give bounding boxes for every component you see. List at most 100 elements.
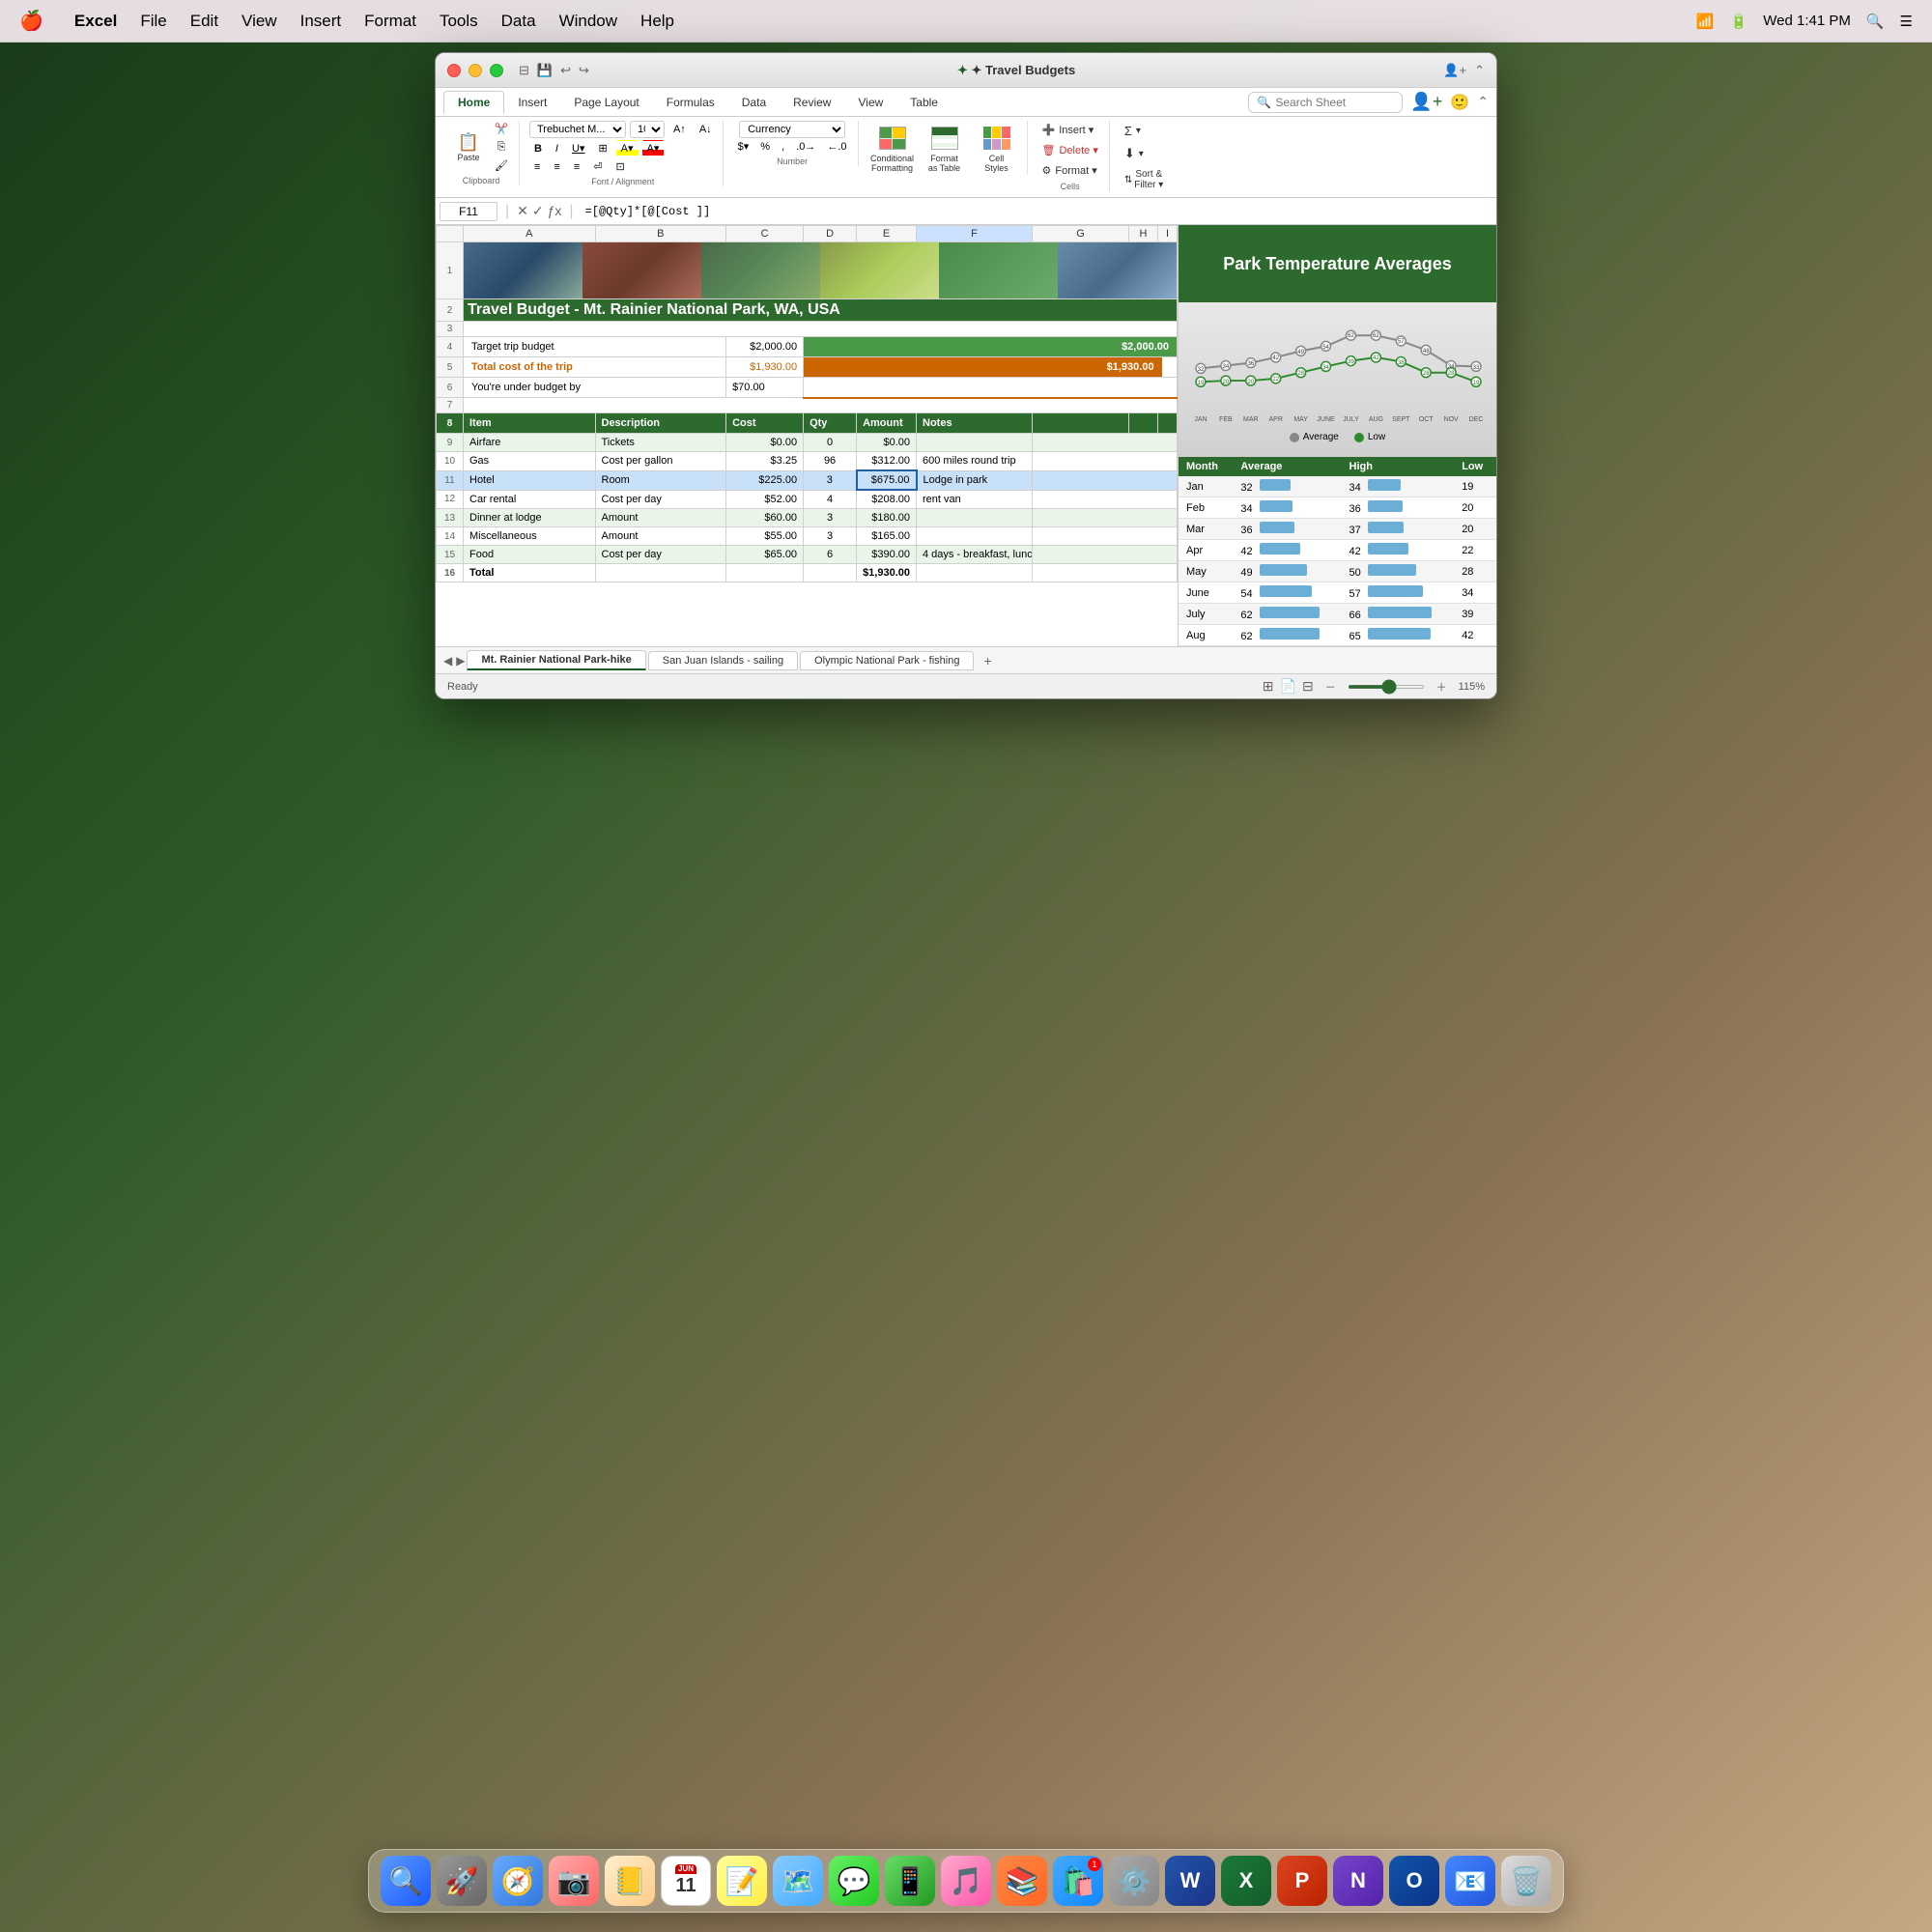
dock-onenote[interactable]: N xyxy=(1333,1856,1383,1906)
dock-appstore[interactable]: 🛍️ 1 xyxy=(1053,1856,1103,1906)
number-format-select[interactable]: Currency xyxy=(739,121,845,138)
formula-input[interactable] xyxy=(582,203,1492,220)
dock-itunes[interactable]: 🎵 xyxy=(941,1856,991,1906)
dock-outlook[interactable]: O xyxy=(1389,1856,1439,1906)
plus-zoom-icon[interactable]: ＋ xyxy=(1436,679,1447,695)
col-c[interactable]: C xyxy=(726,226,804,242)
insert-cells-button[interactable]: ➕ Insert ▾ xyxy=(1037,121,1103,139)
table-row[interactable]: 9 Airfare Tickets $0.00 0 $0.00 xyxy=(437,434,1178,452)
tab-insert[interactable]: Insert xyxy=(504,92,560,113)
sheet-tab-olympic[interactable]: Olympic National Park - fishing xyxy=(800,651,974,670)
percent-button[interactable]: % xyxy=(755,139,775,155)
menu-help[interactable]: Help xyxy=(640,12,674,31)
underline-button[interactable]: U▾ xyxy=(567,140,589,156)
font-size-select[interactable]: 10 xyxy=(630,121,665,138)
col-d[interactable]: D xyxy=(804,226,857,242)
format-painter-button[interactable]: 🖌 xyxy=(490,157,513,174)
dock-messages[interactable]: 💬 xyxy=(829,1856,879,1906)
italic-button[interactable]: I xyxy=(551,141,563,156)
font-family-select[interactable]: Trebuchet M... xyxy=(529,121,626,138)
dock-launchpad[interactable]: 🚀 xyxy=(437,1856,487,1906)
col-e[interactable]: E xyxy=(857,226,917,242)
zoom-slider[interactable] xyxy=(1348,685,1425,689)
comma-button[interactable]: , xyxy=(777,139,789,155)
dock-excel[interactable]: X xyxy=(1221,1856,1271,1906)
format-as-table-button[interactable]: Formatas Table xyxy=(921,121,969,175)
cut-button[interactable]: ✂️ xyxy=(490,121,513,137)
travel-budget-title-cell[interactable]: Travel Budget - Mt. Rainier National Par… xyxy=(464,299,1178,322)
sheet-tab-rainier[interactable]: Mt. Rainier National Park-hike xyxy=(467,650,645,670)
dock-word[interactable]: W xyxy=(1165,1856,1215,1906)
dock-books[interactable]: 📚 xyxy=(997,1856,1047,1906)
dock-safari[interactable]: 🧭 xyxy=(493,1856,543,1906)
col-g[interactable]: G xyxy=(1033,226,1129,242)
menu-file[interactable]: File xyxy=(140,12,166,31)
menu-excel[interactable]: Excel xyxy=(74,12,117,31)
sheet-nav-arrows[interactable]: ◀ ▶ xyxy=(443,654,465,668)
table-row[interactable]: 15 Food Cost per day $65.00 6 $390.00 4 … xyxy=(437,546,1178,564)
table-row[interactable]: 10 Gas Cost per gallon $3.25 96 $312.00 … xyxy=(437,452,1178,471)
sidebar-toggle-icon[interactable]: ⊟ xyxy=(519,63,529,78)
share-icon[interactable]: 👤+ xyxy=(1443,63,1466,78)
tab-home[interactable]: Home xyxy=(443,91,504,114)
insert-function-icon[interactable]: ƒx xyxy=(548,203,562,219)
border-button[interactable]: ⊞ xyxy=(593,140,611,156)
menu-view[interactable]: View xyxy=(242,12,277,31)
format-cells-button[interactable]: ⚙ Format ▾ xyxy=(1037,161,1103,180)
amount-11[interactable]: $675.00 xyxy=(857,470,917,490)
dock-trash[interactable]: 🗑️ xyxy=(1501,1856,1551,1906)
normal-view-icon[interactable]: ⊞ xyxy=(1263,678,1274,695)
autosum-button[interactable]: Σ ▾ xyxy=(1120,121,1168,141)
wrap-button[interactable]: ⏎ xyxy=(588,158,607,175)
dock-calendar[interactable]: JUN 11 xyxy=(661,1856,711,1906)
dock-powerpoint[interactable]: P xyxy=(1277,1856,1327,1906)
align-left-button[interactable]: ≡ xyxy=(529,159,545,175)
collapse-icon[interactable]: ⌃ xyxy=(1474,63,1485,78)
page-layout-view-icon[interactable]: 📄 xyxy=(1280,678,1296,695)
cancel-formula-icon[interactable]: ✕ xyxy=(517,203,528,219)
menu-window[interactable]: Window xyxy=(559,12,617,31)
maximize-button[interactable] xyxy=(490,64,503,77)
dock-contacts[interactable]: 📒 xyxy=(605,1856,655,1906)
col-h[interactable]: H xyxy=(1129,226,1158,242)
cell-styles-button[interactable]: CellStyles xyxy=(973,121,1021,175)
collapse-ribbon-icon[interactable]: ⌃ xyxy=(1477,94,1489,110)
col-b[interactable]: B xyxy=(595,226,726,242)
col-f[interactable]: F xyxy=(917,226,1033,242)
tab-review[interactable]: Review xyxy=(780,92,844,113)
scroll-right-icon[interactable]: ▶ xyxy=(456,654,465,668)
align-center-button[interactable]: ≡ xyxy=(549,159,564,175)
tab-formulas[interactable]: Formulas xyxy=(653,92,728,113)
dock-systemprefs[interactable]: ⚙️ xyxy=(1109,1856,1159,1906)
cell-reference-box[interactable] xyxy=(440,202,497,221)
merge-button[interactable]: ⊡ xyxy=(611,158,629,175)
align-right-button[interactable]: ≡ xyxy=(569,159,584,175)
dock-email[interactable]: 📧 xyxy=(1445,1856,1495,1906)
emoji-icon[interactable]: 🙂 xyxy=(1450,93,1469,112)
menu-icon[interactable]: ☰ xyxy=(1900,13,1913,30)
dock-maps[interactable]: 🗺️ xyxy=(773,1856,823,1906)
col-a[interactable]: A xyxy=(464,226,596,242)
table-row[interactable]: 12 Car rental Cost per day $52.00 4 $208… xyxy=(437,490,1178,509)
font-color-button[interactable]: A▾ xyxy=(642,140,665,156)
tab-data[interactable]: Data xyxy=(728,92,780,113)
copy-button[interactable]: ⎘ xyxy=(490,139,513,156)
decrease-decimal-button[interactable]: ←.0 xyxy=(822,139,851,155)
add-sheet-button[interactable]: + xyxy=(976,653,999,668)
menu-tools[interactable]: Tools xyxy=(440,12,478,31)
tab-page-layout[interactable]: Page Layout xyxy=(560,92,652,113)
menu-data[interactable]: Data xyxy=(501,12,536,31)
page-break-view-icon[interactable]: ⊟ xyxy=(1302,678,1314,695)
dock-notes[interactable]: 📝 xyxy=(717,1856,767,1906)
table-row[interactable]: 11 Hotel Room $225.00 3 $675.00 Lodge in… xyxy=(437,470,1178,490)
sheet-tab-san-juan[interactable]: San Juan Islands - sailing xyxy=(648,651,798,670)
confirm-formula-icon[interactable]: ✓ xyxy=(532,203,544,219)
search-sheet-box[interactable]: 🔍 xyxy=(1248,92,1403,113)
table-row[interactable]: 13 Dinner at lodge Amount $60.00 3 $180.… xyxy=(437,509,1178,527)
increase-decimal-button[interactable]: .0→ xyxy=(791,139,820,155)
close-button[interactable] xyxy=(447,64,461,77)
scroll-left-icon[interactable]: ◀ xyxy=(443,654,452,668)
fill-button[interactable]: ⬇ ▾ xyxy=(1120,143,1168,164)
search-sheet-input[interactable] xyxy=(1275,96,1425,109)
spotlight-icon[interactable]: 🔍 xyxy=(1866,13,1885,30)
